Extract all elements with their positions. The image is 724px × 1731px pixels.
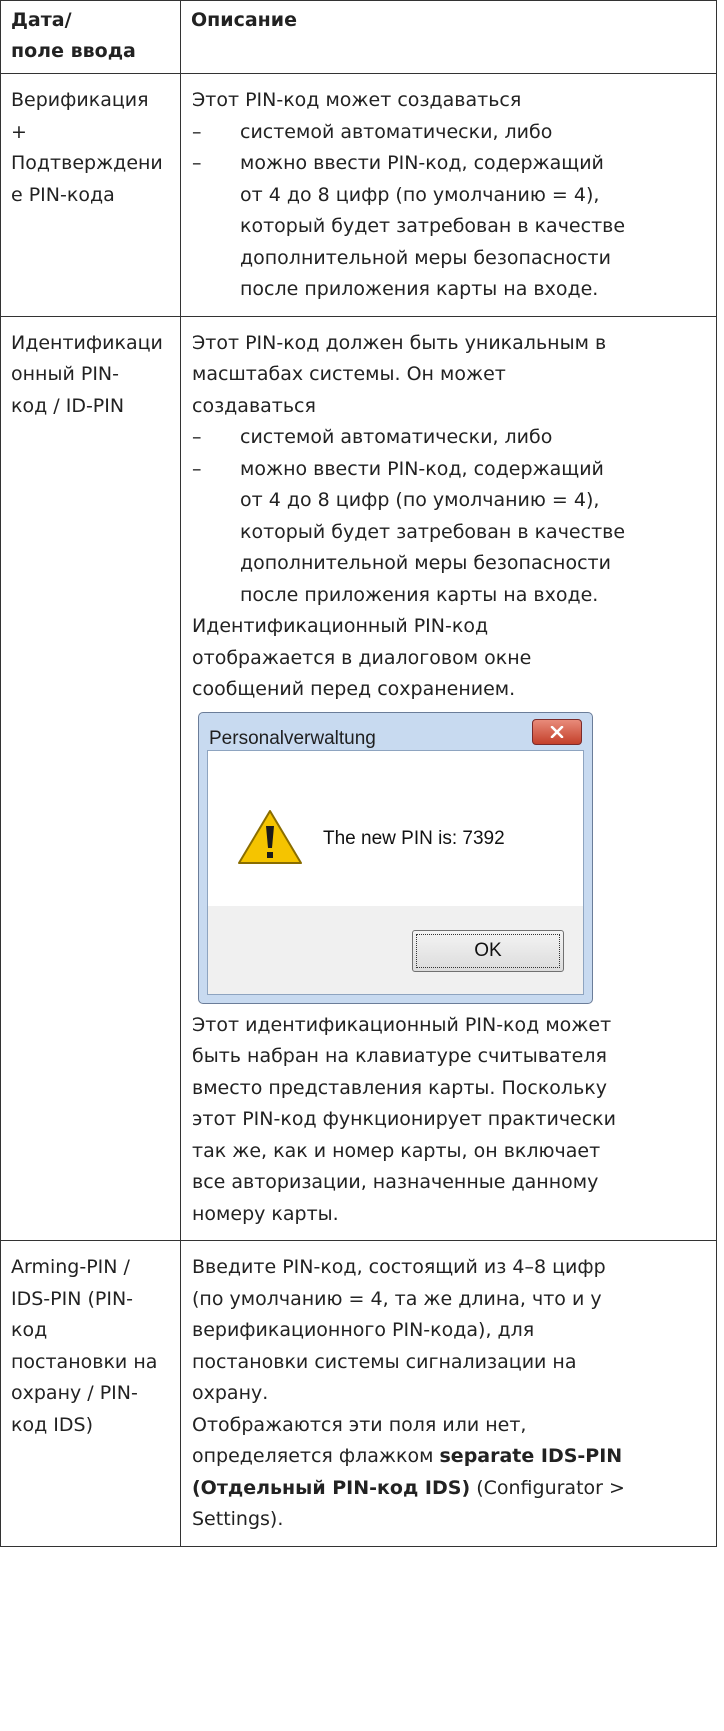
description-line: Введите PIN-код, состоящий из 4–8 цифр xyxy=(192,1256,606,1278)
ok-button[interactable]: OK xyxy=(412,929,564,972)
bullet-continuation: дополнительной меры безопасности xyxy=(240,246,611,269)
description-line: масштабах системы. Он может xyxy=(192,363,506,385)
description-line: постановки системы сигнализации на xyxy=(192,1350,577,1373)
bullet-dash: – xyxy=(192,152,202,174)
close-x-icon xyxy=(550,725,564,738)
description-line: так же, как и номер карты, он включает xyxy=(192,1139,601,1162)
field-name-line: постановки на xyxy=(11,1350,158,1373)
bullet-continuation: который будет затребован в качестве xyxy=(240,215,626,237)
bullet-item: – системой автоматически, либо xyxy=(192,117,714,149)
field-name-line: IDS-PIN (PIN- xyxy=(11,1287,134,1310)
warning-triangle-icon xyxy=(238,809,302,864)
dialog-close-button[interactable] xyxy=(532,718,582,745)
bullet-dash: – xyxy=(192,426,202,448)
description-line: все авторизации, назначенные данному xyxy=(192,1171,599,1193)
field-description-table: Дата/ поле ввода Описание Верификация + … xyxy=(0,0,717,1547)
description-intro: Этот PIN-код может создаваться xyxy=(192,89,522,111)
table-row: Идентификаци онный PIN- код / ID-PIN Это… xyxy=(0,315,717,1241)
description-line: быть набран на клавиатуре считывателя xyxy=(192,1045,607,1067)
description-line: Этот идентификационный PIN-код может xyxy=(192,1013,612,1036)
header-field-column: Дата/ поле ввода xyxy=(0,0,181,74)
field-name-line: Идентификаци xyxy=(11,331,163,354)
table-row: Arming-PIN / IDS-PIN (PIN- код постановк… xyxy=(0,1240,717,1547)
description-line: (по умолчанию = 4, та же длина, что и у xyxy=(192,1287,602,1310)
header-field-line2: поле ввода xyxy=(11,40,136,62)
description-line: Отображаются эти поля или нет, xyxy=(192,1413,527,1436)
description-cell: Этот PIN-код должен быть уникальным в ма… xyxy=(180,315,717,1241)
field-name-line: охрану / PIN- xyxy=(11,1382,138,1404)
field-name-line: онный PIN- xyxy=(11,363,119,385)
description-line: сообщений перед сохранением. xyxy=(192,678,516,700)
header-description: Описание xyxy=(191,9,298,31)
option-name-bold: (Отдельный PIN-код IDS) xyxy=(192,1476,471,1499)
description-line: определяется флажком separate IDS-PIN xyxy=(192,1445,623,1467)
description-cell: Этот PIN-код может создаваться – системой… xyxy=(180,73,717,317)
ok-button-label: OK xyxy=(416,933,560,968)
header-field-line1: Дата/ xyxy=(11,9,72,31)
dialog-body: The new PIN is: 7392 OK xyxy=(207,749,584,995)
bullet-continuation: дополнительной меры безопасности xyxy=(240,552,611,574)
description-line: этот PIN-код функционирует практически xyxy=(192,1108,617,1130)
bullet-item: – можно ввести PIN-код, содержащий xyxy=(192,148,714,180)
bullet-dash: – xyxy=(192,120,202,143)
bullet-dash: – xyxy=(192,457,202,480)
table-header-row: Дата/ поле ввода Описание xyxy=(0,0,717,74)
pin-dialog-screenshot: Personalverwaltung The new PIN is: 7392 xyxy=(198,711,593,1004)
table-row: Верификация + Подтверждени е PIN-кода Эт… xyxy=(0,73,717,317)
field-name-line: код / ID-PIN xyxy=(11,394,125,417)
description-line: создаваться xyxy=(192,394,316,417)
field-name-line: Arming-PIN / xyxy=(11,1256,130,1278)
bullet-item: – системой автоматически, либо xyxy=(192,422,714,454)
description-line: Идентификационный PIN-код xyxy=(192,615,489,637)
bullet-item: – можно ввести PIN-код, содержащий xyxy=(192,454,714,486)
bullet-continuation: который будет затребован в качестве xyxy=(240,520,626,543)
description-line: Этот PIN-код должен быть уникальным в xyxy=(192,331,607,354)
description-line: вместо представления карты. Поскольку xyxy=(192,1076,607,1099)
description-line: Settings). xyxy=(192,1508,284,1530)
description-line: отображается в диалоговом окне xyxy=(192,646,532,669)
field-name-line: код xyxy=(11,1319,48,1341)
header-description-column: Описание xyxy=(180,0,717,74)
field-name-cell: Верификация + Подтверждени е PIN-кода xyxy=(0,73,181,317)
description-line: номеру карты. xyxy=(192,1202,339,1225)
field-name-line: + xyxy=(11,120,27,143)
field-name-cell: Идентификаци онный PIN- код / ID-PIN xyxy=(0,315,181,1241)
option-name-bold: separate IDS-PIN xyxy=(439,1445,623,1467)
field-name-line: е PIN-кода xyxy=(11,183,115,206)
description-line: (Отдельный PIN-код IDS) (Configurator > xyxy=(192,1476,625,1499)
bullet-continuation: от 4 до 8 цифр (по умолчанию = 4), xyxy=(240,183,600,206)
field-name-line: Подтверждени xyxy=(11,152,163,174)
description-cell: Введите PIN-код, состоящий из 4–8 цифр (… xyxy=(180,1240,717,1547)
field-name-line: Верификация xyxy=(11,89,149,111)
field-name-cell: Arming-PIN / IDS-PIN (PIN- код постановк… xyxy=(0,1240,181,1547)
field-name-line: код IDS) xyxy=(11,1413,93,1436)
bullet-continuation: от 4 до 8 цифр (по умолчанию = 4), xyxy=(240,489,600,511)
dialog-footer: OK xyxy=(208,905,583,994)
description-line: охрану. xyxy=(192,1382,269,1404)
description-line: верификационного PIN-кода), для xyxy=(192,1319,535,1341)
dialog-message: The new PIN is: 7392 xyxy=(323,827,505,849)
bullet-continuation: после приложения карты на входе. xyxy=(240,278,599,300)
bullet-continuation: после приложения карты на входе. xyxy=(240,583,599,606)
